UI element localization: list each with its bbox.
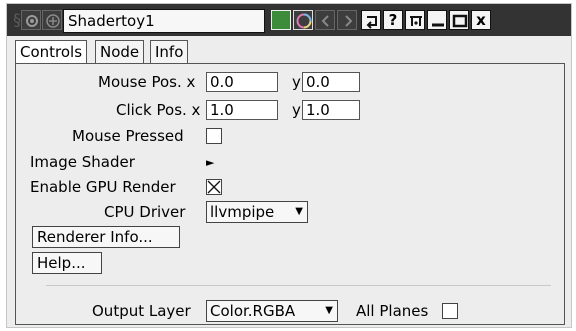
- add-icon[interactable]: [42, 10, 62, 30]
- tab-info[interactable]: Info: [150, 40, 189, 64]
- help-icon[interactable]: ?: [383, 10, 403, 30]
- renderer-info-button[interactable]: Renderer Info...: [32, 226, 180, 248]
- checkmark-x-icon: [207, 180, 221, 194]
- all-planes-label: All Planes: [356, 302, 429, 320]
- click-pos-y-label: y: [292, 101, 301, 119]
- output-layer-label: Output Layer: [92, 302, 191, 320]
- mouse-pos-y-label: y: [292, 73, 301, 91]
- minimize-icon[interactable]: [427, 10, 447, 30]
- tab-controls[interactable]: Controls: [15, 40, 88, 64]
- mouse-pressed-label: Mouse Pressed: [72, 127, 184, 145]
- controls-tab-content: Mouse Pos. x 0.0 y 0.0 Click Pos. x 1.0 …: [15, 63, 565, 325]
- mouse-pos-x-field[interactable]: 0.0: [206, 72, 278, 92]
- chevron-right-icon[interactable]: [337, 10, 357, 30]
- restore-defaults-icon[interactable]: [361, 10, 381, 30]
- tab-node[interactable]: Node: [95, 40, 145, 64]
- expand-arrow-icon[interactable]: ►: [206, 154, 214, 172]
- maximize-icon[interactable]: [449, 10, 469, 30]
- cpu-driver-select[interactable]: llvmpipe ▼: [206, 201, 308, 223]
- mouse-pressed-checkbox[interactable]: [206, 128, 222, 144]
- mouse-pos-label: Mouse Pos. x: [98, 73, 196, 91]
- all-planes-checkbox[interactable]: [442, 303, 458, 319]
- mouse-pos-y-field[interactable]: 0.0: [302, 72, 360, 92]
- chevron-left-icon[interactable]: [315, 10, 335, 30]
- click-pos-y-field[interactable]: 1.0: [302, 100, 360, 120]
- chevron-down-icon: ▼: [325, 305, 333, 316]
- click-pos-x-field[interactable]: 1.0: [206, 100, 278, 120]
- node-color-swatch[interactable]: [271, 10, 291, 30]
- pin-icon[interactable]: [405, 10, 425, 30]
- enable-gpu-render-label: Enable GPU Render: [30, 178, 176, 196]
- divider: [46, 285, 551, 286]
- color-wheel-icon[interactable]: [293, 10, 313, 30]
- cpu-driver-label: CPU Driver: [104, 203, 186, 221]
- parameters-panel: § Shadertoy1 ? x Controls Node Info Mous…: [6, 3, 572, 328]
- image-shader-label: Image Shader: [30, 153, 135, 171]
- chevron-down-icon: ▼: [295, 206, 303, 217]
- close-icon[interactable]: x: [471, 10, 491, 30]
- output-layer-select[interactable]: Color.RGBA ▼: [206, 300, 338, 322]
- panel-titlebar: § Shadertoy1 ? x: [7, 4, 571, 36]
- enable-gpu-render-checkbox[interactable]: [206, 179, 222, 195]
- gear-icon[interactable]: [21, 10, 41, 30]
- click-pos-label: Click Pos. x: [116, 101, 201, 119]
- node-name-field[interactable]: Shadertoy1: [63, 9, 265, 33]
- help-button[interactable]: Help...: [32, 252, 102, 274]
- output-layer-value: Color.RGBA: [210, 302, 296, 320]
- cpu-driver-value: llvmpipe: [210, 203, 275, 221]
